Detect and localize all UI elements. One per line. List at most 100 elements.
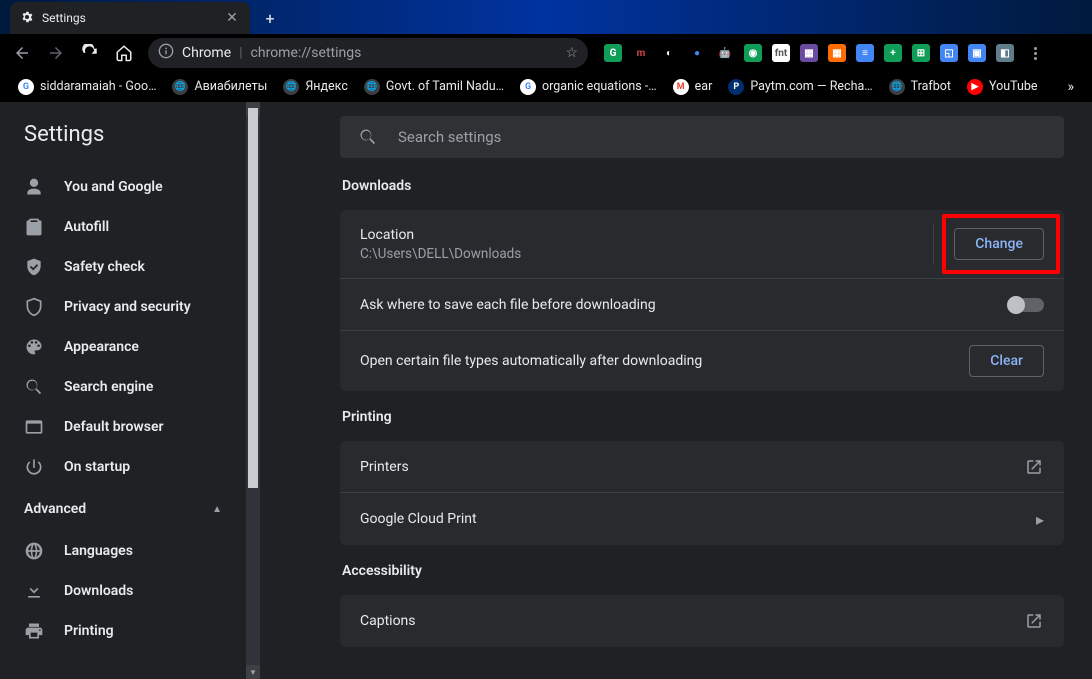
site-info-icon[interactable]: [158, 43, 174, 63]
ask-toggle[interactable]: [1008, 298, 1044, 312]
sidebar-item-on-startup[interactable]: On startup: [0, 447, 246, 487]
sidebar-item-privacy-and-security[interactable]: Privacy and security: [0, 287, 246, 327]
bookmark-label: ear: [695, 79, 713, 94]
bookmark-label: organic equations -…: [542, 79, 657, 94]
extension-icon[interactable]: ◱: [940, 44, 958, 62]
bookmark-favicon: G: [520, 79, 536, 95]
sidebar-item-label: On startup: [64, 459, 130, 475]
extension-icon[interactable]: ▦: [800, 44, 818, 62]
scroll-down-arrow[interactable]: ▼: [246, 665, 260, 679]
bookmark-label: YouTube: [989, 79, 1038, 94]
shield-check-icon: [24, 257, 44, 277]
bookmark-item[interactable]: 🌐 Govt. of Tamil Nadu…: [358, 77, 510, 97]
printers-row[interactable]: Printers: [340, 441, 1064, 493]
sidebar-item-label: Appearance: [64, 339, 139, 355]
clipboard-icon: [24, 217, 44, 237]
sidebar-scrollbar[interactable]: ▲ ▼: [246, 102, 260, 679]
extension-icon[interactable]: ◐: [660, 44, 678, 62]
bookmark-item[interactable]: ▶YouTube: [961, 77, 1044, 97]
change-button[interactable]: Change: [954, 228, 1044, 260]
sidebar-item-languages[interactable]: Languages: [0, 531, 246, 571]
captions-row[interactable]: Captions: [340, 595, 1064, 647]
search-settings[interactable]: [340, 116, 1064, 158]
browser-toolbar: Chrome | chrome://settings ☆ Gm ◐ ● 🤖 ◉ fnt ▦ ▦…: [0, 34, 1092, 72]
gear-icon: [20, 10, 34, 27]
extension-icon[interactable]: ◧: [996, 44, 1014, 62]
sidebar-item-autofill[interactable]: Autofill: [0, 207, 246, 247]
sidebar-item-you-and-google[interactable]: You and Google: [0, 167, 246, 207]
extension-icon[interactable]: ≡: [856, 44, 874, 62]
download-icon: [24, 581, 44, 601]
sidebar-item-label: Safety check: [64, 259, 145, 275]
back-button[interactable]: [8, 39, 36, 67]
extension-icon[interactable]: ⊞: [912, 44, 930, 62]
home-button[interactable]: [110, 39, 138, 67]
sidebar-item-downloads[interactable]: Downloads: [0, 571, 246, 611]
google-cloud-print-row[interactable]: Google Cloud Print ▸: [340, 493, 1064, 545]
bookmark-favicon: G: [18, 79, 34, 95]
extension-icon[interactable]: G: [604, 44, 622, 62]
bookmark-item[interactable]: 🌐Авиабилеты: [166, 77, 273, 97]
extension-icon[interactable]: fnt: [772, 44, 790, 62]
bookmark-favicon: 🌐: [364, 79, 380, 95]
extension-icon[interactable]: 🤖: [716, 44, 734, 62]
bookmark-item[interactable]: 🌐Яндекс: [277, 77, 354, 97]
extension-icons: Gm ◐ ● 🤖 ◉ fnt ▦ ▦ ≡ + ⊞ ◱ ▣ ◧: [604, 44, 1014, 62]
clear-button[interactable]: Clear: [969, 345, 1044, 377]
sidebar-item-search-engine[interactable]: Search engine: [0, 367, 246, 407]
page-title: Settings: [0, 102, 246, 167]
sidebar-item-label: Autofill: [64, 219, 109, 235]
external-link-icon: [1024, 457, 1044, 477]
extension-icon[interactable]: ▣: [968, 44, 986, 62]
search-icon: [358, 127, 378, 147]
auto-open-row: Open certain file types automatically af…: [340, 331, 1064, 391]
extension-icon[interactable]: m: [632, 44, 650, 62]
bookmark-item[interactable]: Gorganic equations -…: [514, 77, 663, 97]
extension-icon[interactable]: ◉: [744, 44, 762, 62]
section-title-accessibility: Accessibility: [342, 563, 1064, 579]
sidebar-item-appearance[interactable]: Appearance: [0, 327, 246, 367]
bookmark-item[interactable]: Mear: [667, 77, 719, 97]
bookmark-item[interactable]: Gsiddaramaiah - Goo…: [12, 77, 162, 97]
scrollbar-thumb[interactable]: [248, 108, 258, 488]
bookmark-label: Govt. of Tamil Nadu…: [386, 79, 504, 94]
bookmarks-overflow-button[interactable]: »: [1061, 79, 1080, 95]
omnibox-scheme: Chrome: [182, 45, 231, 61]
browser-tab[interactable]: Settings ✕: [10, 2, 250, 34]
location-label: Location: [360, 227, 933, 243]
close-tab-button[interactable]: ✕: [224, 10, 240, 26]
advanced-toggle[interactable]: Advanced ▲: [0, 487, 246, 531]
accessibility-card: Captions: [340, 595, 1064, 647]
sidebar-item-label: Downloads: [64, 583, 133, 599]
bookmark-favicon: M: [673, 79, 689, 95]
browser-menu-button[interactable]: [1028, 47, 1042, 60]
printing-card: Printers Google Cloud Print ▸: [340, 441, 1064, 545]
extension-icon[interactable]: ▦: [828, 44, 846, 62]
sidebar-item-safety-check[interactable]: Safety check: [0, 247, 246, 287]
person-icon: [24, 177, 44, 197]
forward-button[interactable]: [42, 39, 70, 67]
sidebar-item-printing[interactable]: Printing: [0, 611, 246, 651]
external-link-icon: [1024, 611, 1044, 631]
bookmark-label: siddaramaiah - Goo…: [40, 79, 156, 94]
sidebar-item-label: Search engine: [64, 379, 153, 395]
address-bar[interactable]: Chrome | chrome://settings ☆: [148, 38, 588, 68]
print-icon: [24, 621, 44, 641]
search-input[interactable]: [398, 128, 1046, 146]
reload-button[interactable]: [76, 39, 104, 67]
section-title-downloads: Downloads: [342, 178, 1064, 194]
new-tab-button[interactable]: +: [256, 4, 284, 32]
tab-title: Settings: [42, 11, 86, 25]
sidebar-item-label: You and Google: [64, 179, 163, 195]
sidebar: Settings You and Google Autofill Safety ch…: [0, 102, 246, 679]
downloads-card: Location C:\Users\DELL\Downloads Change …: [340, 210, 1064, 391]
sidebar-item-label: Printing: [64, 623, 114, 639]
sidebar-item-default-browser[interactable]: Default browser: [0, 407, 246, 447]
bookmark-item[interactable]: PPaytm.com — Recha…: [722, 77, 878, 97]
extension-icon[interactable]: +: [884, 44, 902, 62]
bookmark-favicon: P: [728, 79, 744, 95]
extension-icon[interactable]: ●: [688, 44, 706, 62]
omnibox-url: chrome://settings: [251, 45, 362, 61]
bookmark-star-icon[interactable]: ☆: [565, 45, 578, 61]
bookmark-item[interactable]: 🌐Trafbot: [883, 77, 957, 97]
